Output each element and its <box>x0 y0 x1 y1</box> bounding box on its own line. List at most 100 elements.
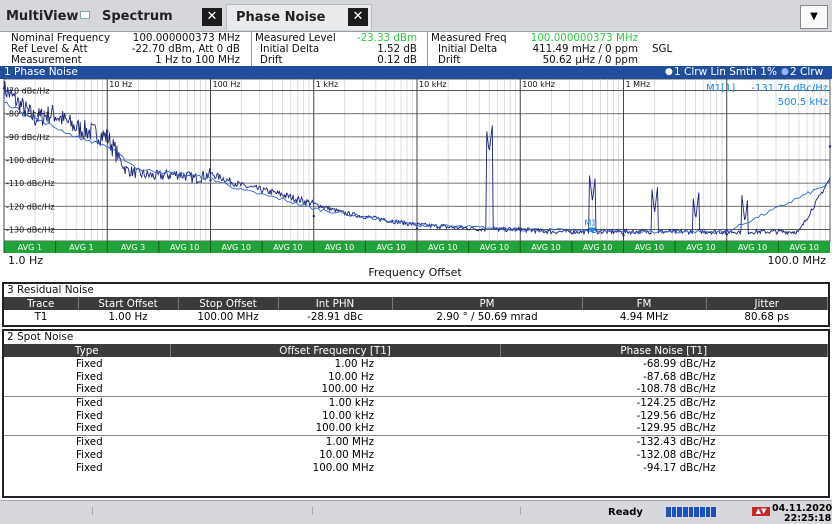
cell-phase-noise: -87.68 dBc/Hz <box>643 370 716 383</box>
spot-noise-point <box>209 179 212 182</box>
tab-phase-noise-label: Phase Noise <box>236 10 326 25</box>
table-row[interactable]: Fixed 10.00 MHz -132.08 dBc/Hz <box>4 448 828 461</box>
progress-segment <box>688 507 694 517</box>
residual-noise-title: 3 Residual Noise <box>7 284 94 296</box>
status-divider <box>520 507 526 515</box>
spot-noise-point <box>2 87 6 90</box>
y-tick-label: -120 dBc/Hz <box>6 202 55 211</box>
value-measurement: 1 Hz to 100 MHz <box>155 54 240 66</box>
col-offset-frequency: Offset Frequency [T1] <box>170 344 501 357</box>
decade-label: 10 kHz <box>419 80 447 89</box>
spot-noise-panel: 2 Spot Noise Type Offset Frequency [T1] … <box>2 329 830 498</box>
progress-segment <box>711 507 717 517</box>
value-drift: 0.12 dB <box>377 54 417 66</box>
y-tick-label: -100 dBc/Hz <box>6 156 55 165</box>
col-pm: PM <box>392 297 583 310</box>
tab-multiview-label: MultiView <box>6 9 79 24</box>
cell-pm: 2.90 ° / 50.69 mrad <box>436 310 538 323</box>
y-tick-label: -80 dBc/Hz <box>6 110 49 119</box>
col-type: Type <box>4 344 171 357</box>
tab-spectrum[interactable]: Spectrum <box>102 4 173 30</box>
cell-jitter: 80.68 ps <box>744 310 790 323</box>
status-time: 22:25:18 <box>784 513 832 524</box>
table-row[interactable]: Fixed 10.00 Hz -87.68 dBc/Hz <box>4 370 828 383</box>
residual-noise-panel: 3 Residual Noise Trace Start Offset Stop… <box>2 282 830 327</box>
decade-label: 10 Hz <box>109 80 132 89</box>
spot-noise-table: Type Offset Frequency [T1] Phase Noise [… <box>4 344 828 474</box>
x-start-label: 1.0 Hz <box>8 254 43 267</box>
status-divider <box>92 507 98 515</box>
cell-type: Fixed <box>76 409 103 422</box>
phase-noise-plot[interactable]: 10 Hz 100 Hz 1 kHz 10 kHz 100 kHz 1 MHz -70 d… <box>0 79 832 281</box>
measurement-info: Nominal Frequency Ref Level & Att Measur… <box>0 32 832 66</box>
spot-noise-point <box>415 227 419 230</box>
spot-noise-point <box>312 214 315 218</box>
cell-phase-noise: -132.43 dBc/Hz <box>636 435 716 448</box>
progress-segment <box>705 507 711 517</box>
cell-offset: 10.00 kHz <box>322 409 374 422</box>
progress-segment <box>683 507 688 517</box>
table-row[interactable]: Fixed 1.00 Hz -68.99 dBc/Hz <box>4 357 828 370</box>
average-bar: AVG 1 AVG 1 AVG 3 AVG 10 AVG 10 AVG 10 AVG 10 A… <box>3 241 830 253</box>
table-row[interactable]: Fixed 100.00 MHz -94.17 dBc/Hz <box>4 461 828 474</box>
cell-phase-noise: -132.08 dBc/Hz <box>636 448 716 461</box>
table-row[interactable]: Fixed 10.00 kHz -129.56 dBc/Hz <box>4 409 828 422</box>
progress-bar <box>666 507 717 517</box>
label-drift: Drift <box>260 54 283 66</box>
trace2-dot-icon: ● <box>781 67 789 77</box>
cell-fm: 4.94 MHz <box>619 310 669 323</box>
table-row[interactable]: T1 1.00 Hz 100.00 MHz -28.91 dBc 2.90 ° … <box>4 310 828 323</box>
cell-phase-noise: -129.56 dBc/Hz <box>636 409 716 422</box>
average-label: AVG 10 <box>428 243 457 252</box>
phase-noise-window-title[interactable]: 1 Phase Noise ● 1 Clrw Lin Smth 1% ● 2 C… <box>0 66 832 79</box>
trace1-dot-icon: ● <box>665 67 673 77</box>
cell-type: Fixed <box>76 396 103 409</box>
average-label: AVG 1 <box>69 243 93 252</box>
cell-offset: 1.00 MHz <box>325 435 374 448</box>
window-icon <box>80 11 90 19</box>
spot-noise-point <box>519 228 522 231</box>
average-label: AVG 10 <box>273 243 302 252</box>
cell-offset: 10.00 MHz <box>319 448 374 461</box>
average-label: AVG 10 <box>222 243 251 252</box>
cell-offset: 1.00 Hz <box>334 357 374 370</box>
average-label: AVG 10 <box>738 243 767 252</box>
average-label: AVG 10 <box>170 243 199 252</box>
spot-noise-title: 2 Spot Noise <box>7 331 74 343</box>
y-tick-label: -130 dBc/Hz <box>6 225 55 234</box>
average-label: AVG 10 <box>325 243 354 252</box>
status-bar: Ready ▲▼ 04.11.2020 22:25:18 <box>0 500 832 524</box>
col-trace: Trace <box>4 297 79 310</box>
residual-header-row: Trace Start Offset Stop Offset Int PHN P… <box>4 297 828 310</box>
table-row[interactable]: Fixed 1.00 MHz -132.43 dBc/Hz <box>4 435 828 448</box>
average-label: AVG 10 <box>531 243 560 252</box>
cell-start-offset: 1.00 Hz <box>108 310 148 323</box>
table-row[interactable]: Fixed 1.00 kHz -124.25 dBc/Hz <box>4 396 828 409</box>
cell-int-phn: -28.91 dBc <box>307 310 363 323</box>
remote-icon: ▲▼ <box>752 507 770 516</box>
phase-noise-chart[interactable]: 10 Hz 100 Hz 1 kHz 10 kHz 100 kHz 1 MHz -70 d… <box>0 79 832 281</box>
spot-noise-point <box>106 130 109 133</box>
progress-segment <box>666 507 671 517</box>
cell-offset: 100.00 kHz <box>315 422 374 435</box>
spot-header-row: Type Offset Frequency [T1] Phase Noise [… <box>4 344 828 357</box>
spot-noise-point <box>725 233 728 236</box>
cell-stop-offset: 100.00 MHz <box>197 310 259 323</box>
average-label: AVG 10 <box>635 243 664 252</box>
marker-readout-value: -131.76 dBc/Hz <box>751 83 828 94</box>
tab-multiview[interactable]: MultiView <box>6 4 78 30</box>
cell-offset: 100.00 MHz <box>312 461 374 474</box>
cell-phase-noise: -68.99 dBc/Hz <box>643 357 716 370</box>
average-label: AVG 1 <box>18 243 42 252</box>
table-row[interactable]: Fixed 100.00 Hz -108.78 dBc/Hz <box>4 383 828 396</box>
cell-offset: 1.00 kHz <box>328 396 374 409</box>
status-divider <box>312 507 318 515</box>
table-row[interactable]: Fixed 100.00 kHz -129.95 dBc/Hz <box>4 422 828 435</box>
close-spectrum-icon[interactable]: ✕ <box>202 8 222 26</box>
average-label: AVG 10 <box>583 243 612 252</box>
col-stop-offset: Stop Offset <box>178 297 279 310</box>
status-state: Ready <box>608 507 643 518</box>
menu-chevron-down-icon[interactable]: ▼ <box>800 5 828 29</box>
close-phase-noise-icon[interactable]: ✕ <box>348 8 368 26</box>
col-start-offset: Start Offset <box>78 297 179 310</box>
